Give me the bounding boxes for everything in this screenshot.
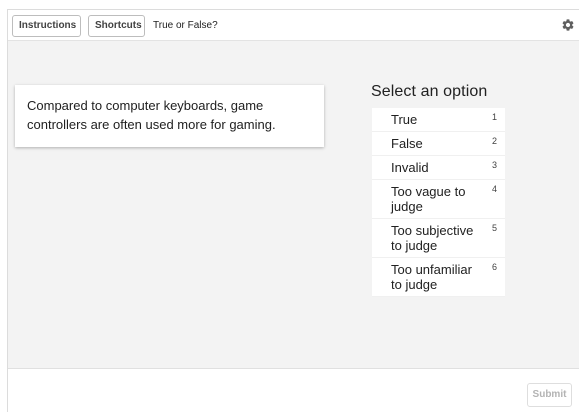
instructions-button[interactable]: Instructions [12,15,81,37]
option-label: Too subjective to judge [391,223,474,253]
option-invalid[interactable]: Invalid 3 [372,156,505,180]
gear-icon[interactable] [561,18,575,32]
option-label: False [391,136,423,151]
option-false[interactable]: False 2 [372,132,505,156]
option-label: Too vague to judge [391,184,466,214]
shortcuts-button[interactable]: Shortcuts [88,15,145,37]
submit-button[interactable]: Submit [527,383,572,407]
option-true[interactable]: True 1 [372,108,505,132]
option-shortcut-key: 5 [491,223,497,233]
option-label: Too unfamiliar to judge [391,262,472,292]
option-shortcut-key: 3 [491,160,497,170]
statement-text: Compared to computer keyboards, game con… [27,98,276,132]
task-title: True or False? [153,20,218,31]
option-shortcut-key: 1 [491,112,497,122]
option-too-unfamiliar[interactable]: Too unfamiliar to judge 6 [372,258,505,297]
option-list: True 1 False 2 Invalid 3 Too vague to ju… [372,108,505,297]
option-shortcut-key: 4 [491,184,497,194]
statement-card: Compared to computer keyboards, game con… [15,85,324,147]
option-too-vague[interactable]: Too vague to judge 4 [372,180,505,219]
task-frame: Instructions Shortcuts True or False? Co… [7,9,579,412]
footer-bar: Submit [8,369,579,412]
option-shortcut-key: 2 [491,136,497,146]
task-area: Compared to computer keyboards, game con… [8,75,579,369]
options-heading: Select an option [371,83,488,100]
option-shortcut-key: 6 [491,262,497,272]
option-label: True [391,112,418,127]
top-toolbar: Instructions Shortcuts True or False? [8,10,579,41]
option-too-subjective[interactable]: Too subjective to judge 5 [372,219,505,258]
option-label: Invalid [391,160,429,175]
header-band [8,41,579,75]
